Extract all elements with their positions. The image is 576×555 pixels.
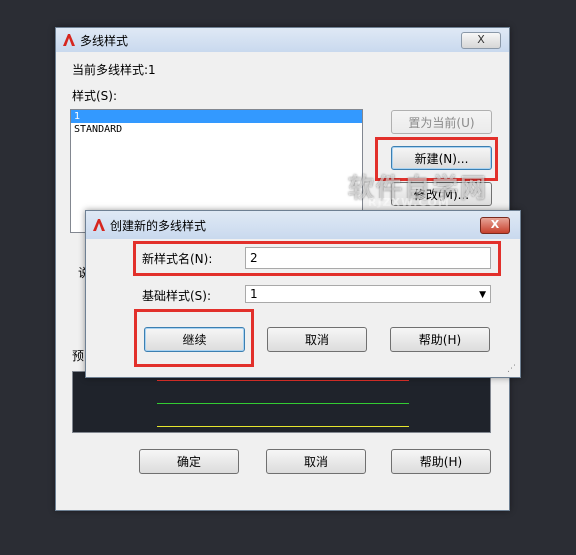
watermark-subtext: RJZXW.COM: [368, 196, 450, 209]
main-titlebar: 多线样式 X: [56, 28, 509, 52]
sub-titlebar: 创建新的多线样式 X: [86, 211, 520, 239]
sub-close-button[interactable]: X: [480, 217, 510, 234]
styles-label: 样式(S):: [72, 89, 118, 103]
new-style-name-label: 新样式名(N):: [142, 252, 213, 266]
style-list-item-1[interactable]: 1: [71, 110, 362, 123]
preview-line-red: [157, 380, 409, 381]
main-help-button[interactable]: 帮助(H): [391, 449, 491, 474]
current-style-label: 当前多线样式:1: [72, 63, 156, 77]
ok-button[interactable]: 确定: [139, 449, 239, 474]
base-style-value: 1: [250, 287, 258, 301]
base-style-select[interactable]: 1 ▼: [245, 285, 491, 303]
preview-line-green: [157, 403, 409, 404]
sub-help-button[interactable]: 帮助(H): [390, 327, 490, 352]
preview-panel: [72, 371, 491, 433]
sub-dialog-title: 创建新的多线样式: [110, 218, 207, 233]
continue-button[interactable]: 继续: [144, 327, 245, 352]
resize-grip-icon[interactable]: ⋰: [507, 364, 516, 374]
new-style-name-input[interactable]: 2: [245, 247, 491, 269]
set-current-button[interactable]: 置为当前(U): [391, 110, 492, 134]
main-cancel-button[interactable]: 取消: [266, 449, 366, 474]
main-close-button[interactable]: X: [461, 32, 501, 49]
sub-cancel-button[interactable]: 取消: [267, 327, 367, 352]
base-style-label: 基础样式(S):: [142, 289, 212, 303]
preview-label: 预: [72, 349, 85, 363]
main-dialog-title: 多线样式: [80, 33, 129, 48]
autocad-logo-icon: [92, 218, 106, 232]
autocad-logo-icon: [62, 33, 76, 47]
chevron-down-icon[interactable]: ▼: [479, 287, 486, 303]
style-list-item-standard[interactable]: STANDARD: [71, 123, 362, 136]
preview-line-yellow: [157, 426, 409, 427]
